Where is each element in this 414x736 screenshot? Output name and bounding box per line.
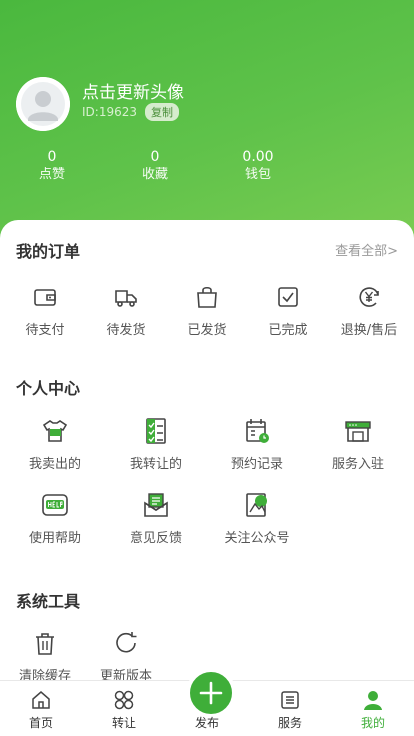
trash-icon [36, 633, 54, 655]
stat-wallet[interactable]: 0.00 钱包 [218, 148, 298, 184]
system-tools-title: 系统工具 [16, 592, 81, 611]
tab-publish-label: 发布 [194, 716, 219, 730]
menu-follow-account[interactable]: 关注公众号 [217, 490, 297, 546]
shopping-bag-icon [197, 286, 217, 308]
tshirt-sold-icon [42, 420, 68, 442]
tab-transfer[interactable]: 转让 [83, 681, 165, 736]
copy-id-button[interactable]: 复制 [145, 103, 179, 121]
stats-row: 0 点赞 0 收藏 0.00 钱包 [0, 148, 414, 188]
order-pending-payment[interactable]: 待支付 [5, 282, 85, 338]
stat-wallet-value: 0.00 [242, 149, 274, 165]
stat-likes[interactable]: 0 点赞 [12, 148, 92, 184]
menu-help[interactable]: 使用帮助 [15, 490, 95, 546]
menu-sold[interactable]: 我卖出的 [15, 416, 95, 472]
default-avatar-icon [16, 77, 70, 131]
menu-help-label: 使用帮助 [28, 531, 81, 546]
user-id: ID:19623 [82, 105, 137, 119]
order-completed[interactable]: 已完成 [248, 282, 328, 338]
tab-home-label: 首页 [28, 716, 53, 730]
menu-feedback[interactable]: 意见反馈 [116, 490, 196, 546]
tab-mine[interactable]: 我的 [332, 681, 414, 736]
grid-circles-icon [114, 690, 134, 710]
order-refund-aftersale[interactable]: 退换/售后 [329, 282, 409, 338]
menu-appointments[interactable]: 预约记录 [217, 416, 297, 472]
follow-account-icon [246, 493, 267, 517]
orders-title: 我的订单 [16, 242, 81, 261]
order-shipped[interactable]: 已发货 [167, 282, 247, 338]
checkbox-icon [278, 287, 298, 307]
order-pending-payment-label: 待支付 [25, 323, 65, 338]
tab-service-label: 服务 [277, 716, 302, 730]
tool-update-version[interactable]: 更新版本 [86, 628, 166, 684]
menu-transferred-label: 我转让的 [129, 457, 182, 472]
order-shipped-label: 已发货 [187, 323, 227, 338]
feedback-mail-icon [144, 493, 168, 517]
menu-appointments-label: 预约记录 [230, 457, 283, 472]
order-completed-label: 已完成 [268, 323, 308, 338]
user-id-line: ID:19623 复制 [82, 103, 179, 121]
service-list-icon [281, 691, 299, 709]
profile-header: 点击更新头像 ID:19623 复制 0 点赞 0 收藏 0.00 钱包 [0, 0, 414, 240]
stat-favorites[interactable]: 0 收藏 [115, 148, 195, 184]
tab-mine-label: 我的 [360, 716, 385, 730]
publish-button[interactable] [186, 668, 236, 718]
storefront-icon [345, 421, 371, 442]
menu-service-join[interactable]: 服务入驻 [318, 416, 398, 472]
menu-sold-label: 我卖出的 [28, 457, 81, 472]
order-pending-shipment-label: 待发货 [106, 323, 146, 338]
stat-likes-label: 点赞 [38, 167, 65, 182]
user-icon [364, 691, 382, 710]
menu-service-join-label: 服务入驻 [331, 457, 384, 472]
help-icon [42, 494, 68, 516]
order-refund-aftersale-label: 退换/售后 [340, 323, 398, 338]
home-icon [32, 691, 50, 709]
stat-favorites-value: 0 [150, 149, 160, 165]
order-pending-shipment[interactable]: 待发货 [86, 282, 166, 338]
yen-refund-icon [359, 287, 379, 307]
stat-favorites-label: 收藏 [141, 167, 168, 182]
calendar-clock-icon [246, 419, 269, 443]
menu-follow-account-label: 关注公众号 [224, 531, 290, 546]
menu-feedback-label: 意见反馈 [129, 531, 182, 546]
content-sheet: 我的订单 查看全部> 待支付 待发货 已发货 已完成 退换/售后 个人中心 我卖… [0, 220, 414, 690]
personal-center-title: 个人中心 [16, 379, 81, 398]
view-all-orders-link[interactable]: 查看全部> [335, 240, 398, 259]
wallet-icon [34, 289, 56, 306]
stat-wallet-label: 钱包 [244, 167, 271, 182]
truck-icon [115, 290, 137, 307]
update-avatar-link[interactable]: 点击更新头像 [82, 78, 184, 103]
tab-home[interactable]: 首页 [0, 681, 82, 736]
avatar[interactable] [16, 77, 70, 131]
tab-service[interactable]: 服务 [249, 681, 331, 736]
stat-likes-value: 0 [47, 149, 57, 165]
menu-transferred[interactable]: 我转让的 [116, 416, 196, 472]
checklist-icon [146, 418, 166, 444]
tool-clear-cache[interactable]: 清除缓存 [5, 628, 85, 684]
refresh-icon [116, 632, 137, 653]
plus-icon [199, 681, 223, 705]
tab-transfer-label: 转让 [111, 716, 136, 730]
